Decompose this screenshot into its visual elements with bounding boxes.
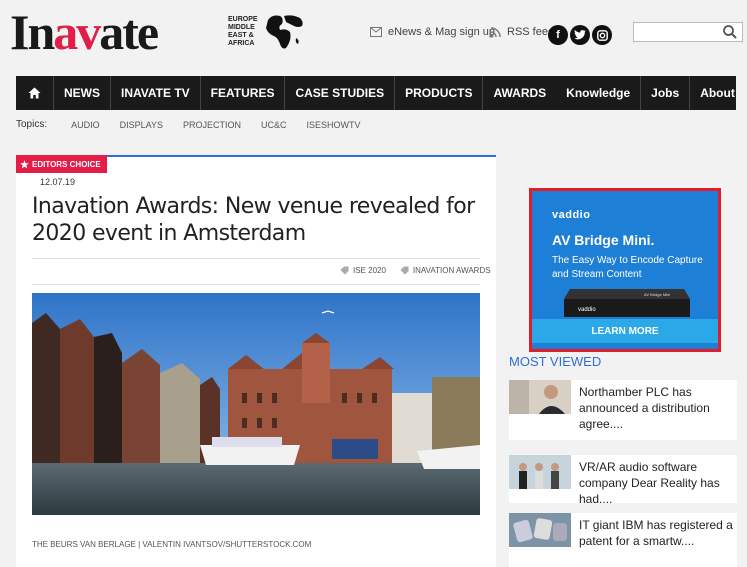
topics-label: Topics: [16,119,48,130]
nav-inavate-tv[interactable]: INAVATE TV [110,76,200,110]
item-thumbnail [509,513,571,547]
topic-audio[interactable]: AUDIO [71,120,100,130]
device-image: vaddio AV Bridge Mini [564,289,690,317]
most-viewed-heading: MOST VIEWED [509,354,602,369]
divider [32,258,480,259]
main-nav: NEWS INAVATE TV FEATURES CASE STUDIES PR… [16,76,736,110]
star-icon [20,159,29,168]
enews-label: eNews & Mag sign up [388,26,495,38]
nav-products[interactable]: PRODUCTS [394,76,482,110]
tag-inavation-awards[interactable]: INAVATION AWARDS [400,266,491,275]
topic-ucc[interactable]: UC&C [261,120,287,130]
nav-knowledge[interactable]: Knowledge [556,76,640,110]
nav-about[interactable]: About [689,76,745,110]
item-title: Northamber PLC has announced a distribut… [579,385,710,431]
item-thumbnail [509,380,571,414]
rss-feed-link[interactable]: RSS feed [490,26,554,38]
logo-accent: av [53,4,101,60]
logo-prefix: In [10,4,55,60]
photo-caption: THE BEURS VAN BERLAGE | VALENTIN IVANTSO… [32,540,312,549]
nav-news[interactable]: NEWS [53,76,110,110]
item-title: IT giant IBM has registered a patent for… [579,518,733,548]
device-label: AV Bridge Mini [644,292,670,297]
tag-icon [340,266,349,275]
nav-features[interactable]: FEATURES [199,76,285,110]
rss-label: RSS feed [507,26,555,38]
rss-icon [490,26,501,37]
vaddio-ad-banner[interactable]: vaddio AV Bridge Mini. The Easy Way to E… [529,188,721,352]
nav-jobs[interactable]: Jobs [640,76,689,110]
topic-displays[interactable]: DISPLAYS [120,120,163,130]
topic-projection[interactable]: PROJECTION [183,120,241,130]
topic-iseshowtv[interactable]: ISESHOWTV [307,120,361,130]
article-date: 12.07.19 [40,177,76,187]
ad-headline: AV Bridge Mini. [552,232,655,248]
home-icon [28,87,41,99]
envelope-icon [370,27,382,37]
nav-case-studies[interactable]: CASE STUDIES [284,76,394,110]
device-brand: vaddio [578,307,596,313]
item-title: VR/AR audio software company Dear Realit… [579,460,720,506]
instagram-icon[interactable] [592,25,612,45]
divider [32,284,480,285]
article-title: Inavation Awards: New venue revealed for… [32,194,475,246]
globe-icon [266,15,303,49]
most-viewed-item[interactable]: Northamber PLC has announced a distribut… [509,380,737,440]
logo-suffix: ate [99,4,159,60]
editors-choice-badge: EDITORS CHOICE [16,155,107,173]
ad-brand-logo: vaddio [552,209,591,221]
enews-signup-link[interactable]: eNews & Mag sign up [370,26,495,38]
search-icon[interactable] [722,24,738,40]
facebook-icon[interactable]: f [548,25,568,45]
instagram-glyph-icon [596,29,608,41]
badge-label: EDITORS CHOICE [32,159,101,169]
tag-icon [400,266,409,275]
most-viewed-item[interactable]: VR/AR audio software company Dear Realit… [509,455,737,506]
twitter-icon[interactable] [570,25,590,45]
ad-subheadline: The Easy Way to Encode Capture and Strea… [552,255,703,280]
most-viewed-item[interactable]: IT giant IBM has registered a patent for… [509,513,737,567]
learn-more-button[interactable]: LEARN MORE [532,319,718,343]
item-thumbnail [509,455,571,489]
topics-bar: Topics: AUDIO DISPLAYS PROJECTION UC&C I… [16,119,381,130]
article-tags: ISE 2020 INAVATION AWARDS [340,266,491,275]
site-logo[interactable]: Inavate [10,4,159,60]
nav-awards[interactable]: AWARDS [482,76,556,110]
tag-label: INAVATION AWARDS [412,266,491,275]
article-photo[interactable] [32,293,480,515]
tag-label: ISE 2020 [353,266,386,275]
tag-ise-2020[interactable]: ISE 2020 [340,266,386,275]
twitter-bird-icon [574,30,586,40]
nav-home[interactable] [16,76,53,110]
